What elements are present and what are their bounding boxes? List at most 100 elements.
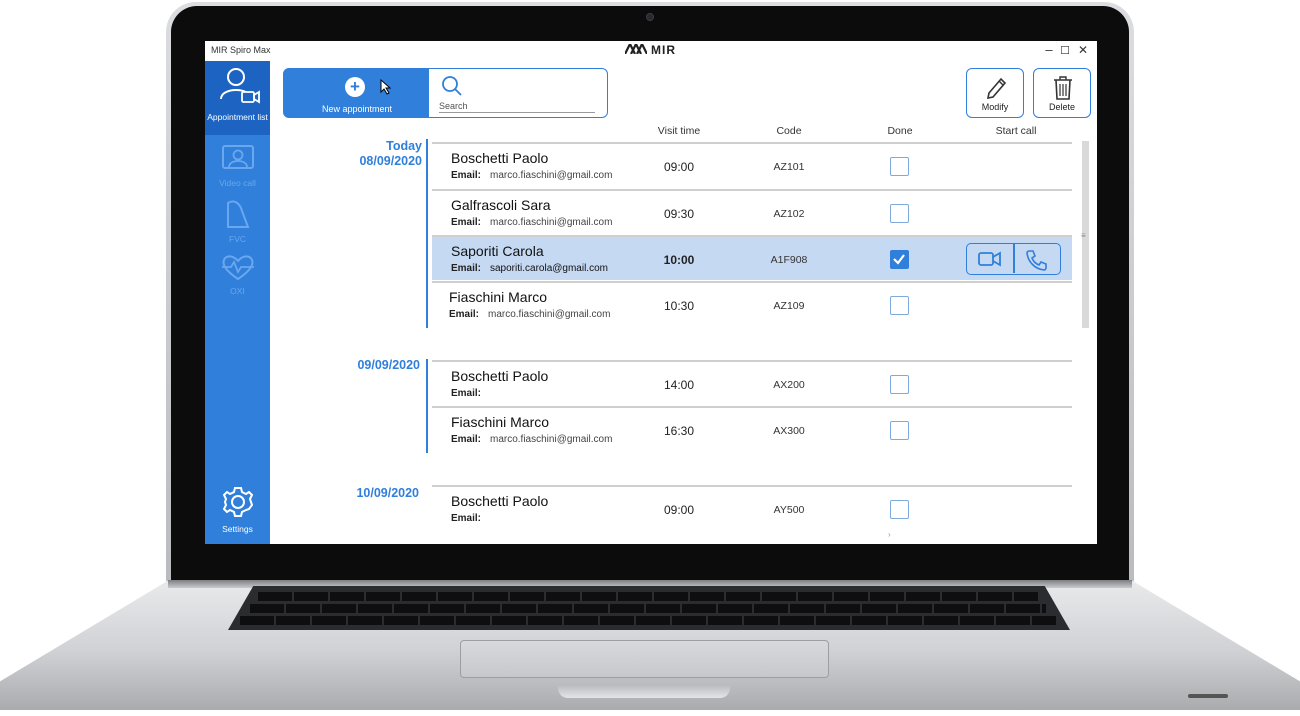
sidebar-item-label: Settings [222, 524, 253, 534]
call-divider [1013, 244, 1015, 273]
group-date: 09/09/2020 [357, 358, 420, 372]
appointment-code: A1F908 [770, 254, 808, 266]
email-label: Email: [451, 388, 482, 399]
sidebar-item-label: OXI [230, 286, 245, 296]
email-label: Email: [451, 170, 482, 181]
lid-notch [558, 684, 730, 698]
modify-label: Modify [981, 102, 1009, 112]
sidebar-item-label: Video call [219, 178, 256, 188]
modify-button[interactable]: Modify [966, 68, 1024, 118]
start-voice-call-button[interactable] [1022, 249, 1052, 271]
search-icon [442, 76, 462, 96]
appointment-code: AZ102 [773, 208, 805, 220]
appointment-row[interactable]: Boschetti Paolo Email: 09:00 AY500 [432, 485, 1072, 530]
keyboard [228, 586, 1070, 630]
appointment-code: AZ109 [773, 300, 805, 312]
brand-text: MIR [651, 43, 676, 57]
appointment-code: AY500 [773, 504, 805, 516]
appointment-row[interactable]: Boschetti Paolo Email: marco.fiaschini@g… [432, 142, 1072, 187]
webcam [646, 13, 654, 21]
done-checkbox[interactable] [890, 500, 909, 519]
mouse-cursor-icon [380, 79, 392, 95]
appointment-row[interactable]: Fiaschini Marco Email: marco.fiaschini@g… [432, 281, 1072, 326]
group-date: 10/09/2020 [356, 486, 419, 500]
visit-time: 14:00 [663, 378, 695, 392]
sidebar: Appointment list Video call FVC OXI Sett… [205, 61, 270, 544]
visit-time: 09:30 [663, 207, 695, 221]
start-call-group [966, 243, 1061, 275]
patient-name: Boschetti Paolo [451, 150, 549, 166]
trackpad [460, 640, 829, 678]
patient-name: Boschetti Paolo [451, 493, 549, 509]
start-video-call-button[interactable] [976, 249, 1006, 269]
delete-label: Delete [1048, 102, 1075, 112]
sidebar-item-settings[interactable]: Settings [205, 485, 270, 537]
appointment-code: AZ101 [773, 161, 805, 173]
done-checkbox[interactable] [890, 204, 909, 223]
appointment-row[interactable]: Galfrascoli Sara Email: marco.fiaschini@… [432, 189, 1072, 234]
sidebar-item-video-call[interactable]: Video call [205, 143, 270, 193]
vent [1188, 694, 1228, 698]
appointment-code: AX200 [773, 379, 805, 391]
today-label: Today [386, 139, 422, 153]
email-label: Email: [451, 513, 482, 524]
new-appointment-button[interactable]: + New appointment [283, 68, 429, 118]
patient-email: marco.fiaschini@gmail.com [490, 170, 613, 181]
new-appointment-label: New appointment [321, 104, 393, 114]
group-date-today: Today 08/09/2020 [272, 139, 422, 169]
trash-icon [1054, 76, 1072, 100]
group-date: 08/09/2020 [359, 154, 422, 168]
patient-email: marco.fiaschini@gmail.com [488, 309, 611, 320]
visit-time: 09:00 [663, 160, 695, 174]
pencil-icon [986, 77, 1007, 99]
patient-name: Boschetti Paolo [451, 368, 549, 384]
sidebar-item-label: FVC [229, 234, 246, 244]
checkmark-icon [893, 254, 905, 265]
done-checkbox[interactable] [890, 157, 909, 176]
done-checkbox[interactable] [890, 421, 909, 440]
sidebar-item-label: Appointment list [207, 112, 268, 122]
search-box[interactable] [428, 68, 608, 118]
app-window: MIR Spiro Max MIR – ☐ ✕ Appointment list [205, 41, 1097, 544]
column-header-done: Done [887, 125, 913, 137]
email-label: Email: [451, 434, 482, 445]
patient-name: Fiaschini Marco [449, 289, 548, 305]
group-divider [426, 359, 428, 453]
done-checkbox[interactable] [890, 250, 909, 269]
maximize-button[interactable]: ☐ [1057, 44, 1073, 57]
sidebar-item-oxi[interactable]: OXI [205, 253, 270, 303]
column-header-visit-time: Visit time [657, 125, 701, 137]
visit-time: 10:30 [663, 299, 695, 313]
patient-email: saporiti.carola@gmail.com [490, 263, 608, 274]
appointment-row[interactable]: Fiaschini Marco Email: marco.fiaschini@g… [432, 406, 1072, 451]
done-checkbox[interactable] [890, 296, 909, 315]
patient-email: marco.fiaschini@gmail.com [490, 217, 613, 228]
delete-button[interactable]: Delete [1033, 68, 1091, 118]
brand-logo: MIR [625, 43, 676, 57]
video-call-icon [221, 145, 254, 169]
phone-icon [1026, 250, 1047, 271]
done-checkbox[interactable] [890, 375, 909, 394]
close-button[interactable]: ✕ [1075, 43, 1091, 57]
group-divider [426, 139, 428, 328]
appointment-row-selected[interactable]: Saporiti Carola Email: saporiti.carola@g… [432, 235, 1072, 280]
patient-name: Galfrascoli Sara [451, 197, 551, 213]
gear-icon [222, 487, 253, 517]
appointment-code: AX300 [773, 425, 805, 437]
patient-name: Fiaschini Marco [451, 414, 550, 430]
app-title: MIR Spiro Max [211, 45, 271, 55]
patient-email: marco.fiaschini@gmail.com [490, 434, 613, 445]
appointment-row[interactable]: Boschetti Paolo Email: 14:00 AX200 [432, 360, 1072, 405]
search-input[interactable] [439, 99, 595, 113]
video-camera-icon [978, 251, 1001, 267]
oxi-icon [221, 255, 254, 281]
email-label: Email: [451, 263, 482, 274]
scroll-down-arrow-icon[interactable]: › [888, 530, 891, 539]
email-label: Email: [451, 217, 482, 228]
email-label: Email: [449, 309, 480, 320]
sidebar-item-fvc[interactable]: FVC [205, 197, 270, 247]
visit-time: 10:00 [663, 253, 695, 267]
sidebar-item-appointment-list[interactable]: Appointment list [205, 61, 270, 135]
minimize-button[interactable]: – [1041, 42, 1057, 57]
user-video-icon [219, 68, 260, 104]
